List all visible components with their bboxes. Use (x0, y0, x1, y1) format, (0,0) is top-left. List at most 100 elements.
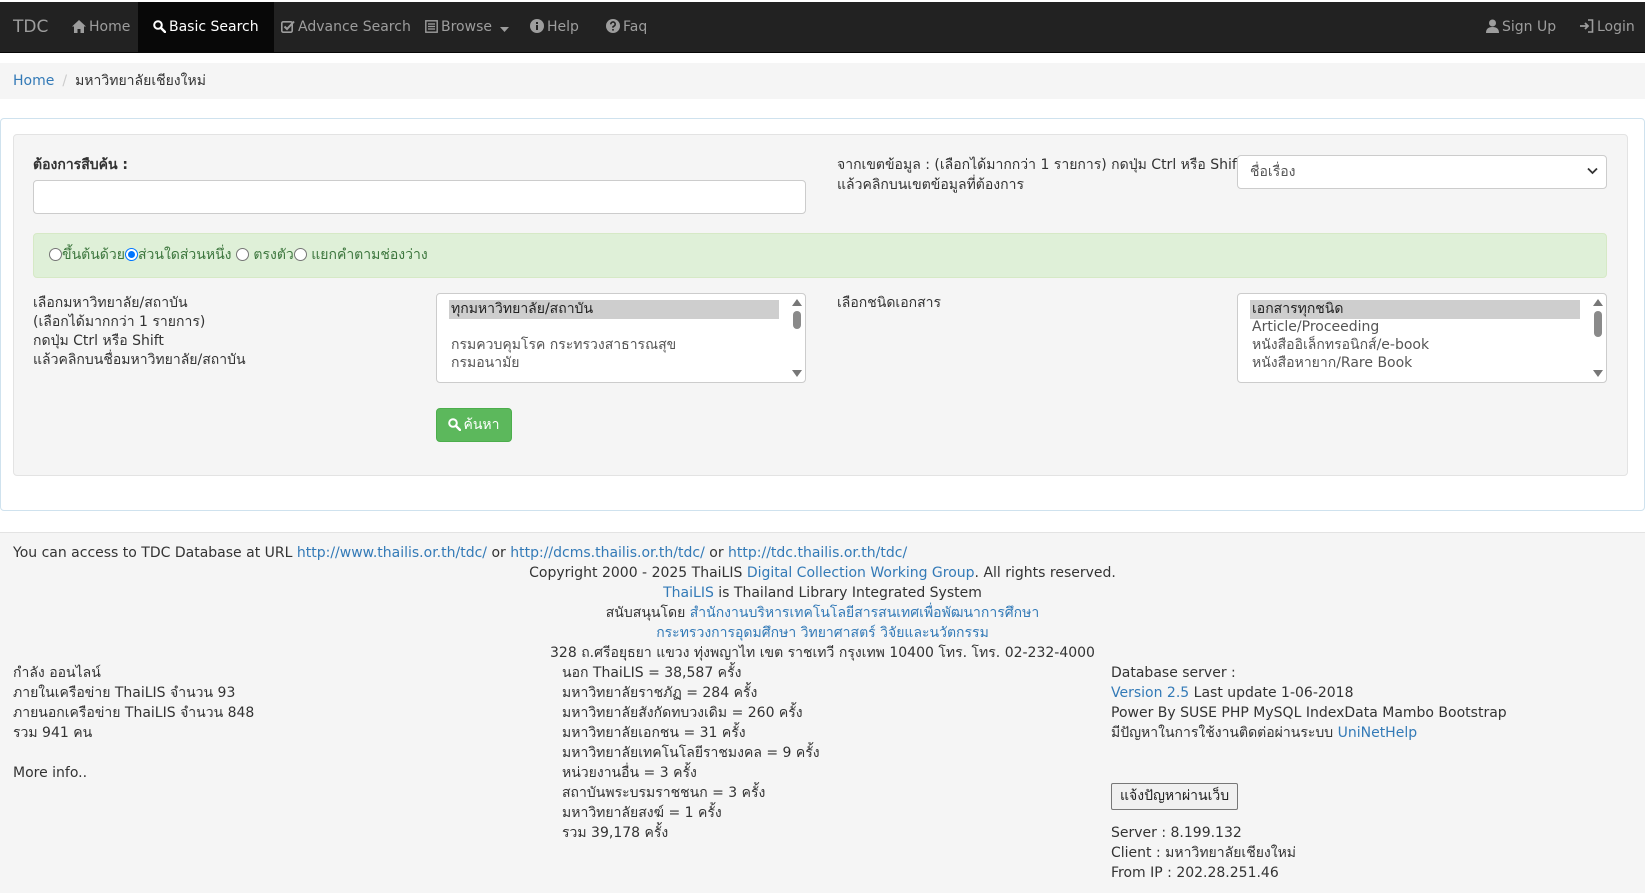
nav-login[interactable]: Login (1579, 2, 1635, 53)
db-server-label: Database server : (1111, 665, 1236, 681)
url-link-dcms[interactable]: http://dcms.thailis.or.th/tdc/ (510, 545, 705, 561)
working-group-link[interactable]: Digital Collection Working Group (747, 565, 975, 581)
doctype-option[interactable]: หนังสือหายาก/Rare Book (1250, 354, 1580, 373)
scrollbar-thumb[interactable] (1594, 311, 1602, 337)
scrollbar-thumb[interactable] (793, 311, 801, 329)
online-inside: ภายในเครือข่าย ThaiLIS จำนวน 93 (13, 685, 236, 701)
info-circle-icon (530, 19, 544, 33)
match-option-exact[interactable]: ตรงตัว (235, 234, 294, 277)
radio-contains[interactable] (124, 248, 138, 261)
online-total: รวม 941 คน (13, 725, 93, 741)
university-listbox[interactable]: ทุกมหาวิทยาลัย/สถาบัน กรมควบคุมโรค กระทร… (436, 293, 806, 383)
nav-basic-search[interactable]: Basic Search (138, 2, 274, 53)
brand-logo[interactable]: TDC (13, 2, 48, 53)
caret-down-icon (500, 27, 510, 32)
breadcrumb-current: มหาวิทยาลัยเชียงใหม่ (75, 73, 206, 89)
breadcrumb-separator: / (62, 73, 68, 89)
nav-help-label: Help (547, 19, 579, 35)
nav-help[interactable]: Help (530, 2, 579, 53)
search-submit-label: ค้นหา (463, 417, 500, 433)
match-option-label: ส่วนใดส่วนหนึ่ง (137, 247, 232, 263)
doctype-option[interactable]: เอกสารทุกชนิด (1250, 300, 1580, 319)
stat-line: นอก ThaiLIS = 38,587 ครั้ง (562, 665, 742, 681)
thailis-suffix: is Thailand Library Integrated System (713, 585, 982, 601)
university-scrollbar[interactable] (789, 295, 804, 381)
radio-exact[interactable] (235, 248, 249, 261)
more-info-link[interactable]: More info.. (13, 763, 87, 783)
nav-sign-up-label: Sign Up (1502, 19, 1557, 35)
scroll-up-icon[interactable] (792, 299, 802, 306)
scroll-down-icon[interactable] (1593, 370, 1603, 377)
home-icon (72, 20, 86, 33)
radio-begins-with[interactable] (49, 248, 62, 261)
scroll-up-icon[interactable] (1593, 299, 1603, 306)
search-input[interactable] (33, 180, 806, 214)
university-option[interactable]: ทุกมหาวิทยาลัย/สถาบัน (449, 300, 779, 319)
university-label-line3: กดปุ่ม Ctrl หรือ Shift (33, 333, 164, 349)
match-option-begins-with[interactable]: ขึ้นต้นด้วย (49, 234, 125, 277)
match-option-split-words[interactable]: แยกคำตามช่องว่าง (293, 234, 428, 277)
chevron-down-icon (1587, 167, 1598, 175)
university-option[interactable]: กรมควบคุมโรค กระทรวงสาธารณสุข (449, 336, 779, 355)
list-alt-icon (425, 20, 438, 33)
nav-home[interactable]: Home (72, 2, 130, 53)
nav-login-label: Login (1597, 19, 1635, 35)
match-option-contains[interactable]: ส่วนใดส่วนหนึ่ง (124, 234, 232, 277)
support-line: สนับสนุนโดย สำนักงานบริหารเทคโนโลยีสารสน… (0, 603, 1645, 623)
university-label-line4: แล้วคลิกบนชื่อมหาวิทยาลัย/สถาบัน (33, 352, 246, 368)
doctype-scrollbar[interactable] (1590, 295, 1605, 381)
support-office-link[interactable]: สำนักงานบริหารเทคโนโลยีสารสนเทศเพื่อพัฒน… (690, 605, 1040, 621)
match-option-label: ตรงตัว (248, 247, 294, 263)
university-label-line2: (เลือกได้มากกว่า 1 รายการ) (33, 314, 206, 330)
power-by: Power By SUSE PHP MySQL IndexData Mambo … (1111, 705, 1507, 721)
doctype-option[interactable]: หนังสืออิเล็กทรอนิกส์/e-book (1250, 336, 1580, 355)
url-link-tdc[interactable]: http://tdc.thailis.or.th/tdc/ (728, 545, 907, 561)
search-submit-button[interactable]: ค้นหา (436, 408, 512, 442)
thailis-link[interactable]: ThaiLIS (663, 585, 714, 601)
doctype-listbox[interactable]: เอกสารทุกชนิด Article/Proceeding หนังสือ… (1237, 293, 1607, 383)
nav-faq-label: Faq (623, 19, 648, 35)
breadcrumb-home-link[interactable]: Home (13, 73, 54, 89)
nav-faq[interactable]: Faq (606, 2, 647, 53)
version-link[interactable]: Version 2.5 (1111, 685, 1189, 701)
nav-advance-search[interactable]: Advance Search (281, 2, 411, 53)
stat-line: มหาวิทยาลัยสงฆ์ = 1 ครั้ง (562, 805, 722, 821)
radio-split-words[interactable] (293, 248, 307, 261)
question-circle-icon (606, 19, 620, 33)
field-label-line2: แล้วคลิกบนเขตข้อมูลที่ต้องการ (837, 177, 1024, 193)
access-prefix: You can access to TDC Database at URL (13, 545, 297, 561)
ministry-link[interactable]: กระทรวงการอุดมศึกษา วิทยาศาสตร์ วิจัยและ… (656, 625, 989, 641)
search-icon (448, 418, 462, 432)
stat-line: สถาบันพระบรมราชชนก = 3 ครั้ง (562, 785, 766, 801)
nav-advance-search-label: Advance Search (298, 19, 411, 35)
edit-check-icon (281, 20, 295, 33)
query-label: ต้องการสืบค้น : (33, 157, 129, 173)
scroll-down-icon[interactable] (792, 370, 802, 377)
url-link-thailis[interactable]: http://www.thailis.or.th/tdc/ (297, 545, 487, 561)
problem-prefix: มีปัญหาในการใช้งานติดต่อผ่านระบบ (1111, 725, 1338, 741)
uninethelp-link[interactable]: UniNetHelp (1338, 725, 1418, 741)
stat-line: มหาวิทยาลัยสังกัดทบวงเดิม = 260 ครั้ง (562, 705, 803, 721)
server-id: Server : 8.199.132 (1111, 825, 1242, 841)
stat-line: มหาวิทยาลัยราชภัฏ = 284 ครั้ง (562, 685, 758, 701)
nav-sign-up[interactable]: Sign Up (1486, 2, 1556, 53)
online-outside: ภายนอกเครือข่าย ThaiLIS จำนวน 848 (13, 705, 255, 721)
stat-line: หน่วยงานอื่น = 3 ครั้ง (562, 765, 697, 781)
copyright-suffix: . All rights reserved. (974, 565, 1116, 581)
field-select[interactable]: ชื่อเรื่อง (1237, 155, 1607, 189)
university-option[interactable] (449, 318, 779, 337)
match-type-options: ขึ้นต้นด้วย ส่วนใดส่วนหนึ่ง ตรงตัว แยกคำต… (33, 233, 1607, 278)
problem-line: มีปัญหาในการใช้งานติดต่อผ่านระบบ UniNetH… (1111, 723, 1417, 743)
stat-line: มหาวิทยาลัยเอกชน = 31 ครั้ง (562, 725, 746, 741)
university-label-line1: เลือกมหาวิทยาลัย/สถาบัน (33, 295, 188, 311)
nav-browse-dropdown[interactable]: Browse (425, 2, 512, 53)
support-prefix: สนับสนุนโดย (605, 605, 690, 621)
doctype-option[interactable]: Article/Proceeding (1250, 318, 1580, 337)
university-option[interactable]: กรมอนามัย (449, 354, 779, 373)
or-text: or (704, 545, 729, 561)
version-line: Version 2.5 Last update 1-06-2018 (1111, 683, 1354, 703)
nav-home-label: Home (89, 19, 131, 35)
report-problem-button[interactable]: แจ้งปัญหาผ่านเว็บ (1111, 783, 1239, 810)
field-label-line1: จากเขตข้อมูล : (เลือกได้มากกว่า 1 รายการ… (837, 157, 1243, 173)
or-text: or (487, 545, 511, 561)
